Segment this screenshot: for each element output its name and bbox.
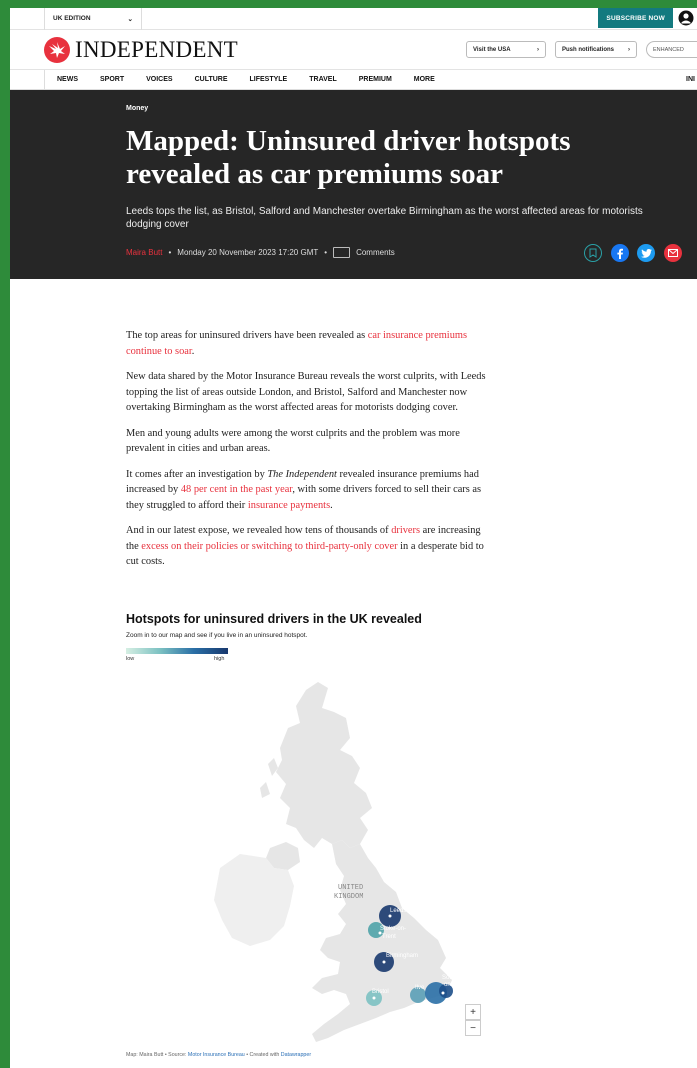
map-title: Hotspots for uninsured drivers in the UK… [126,612,422,626]
source-link[interactable]: Motor Insurance Bureau [188,1052,245,1058]
drivers-link[interactable]: drivers [391,525,420,536]
nav-item-news[interactable]: NEWS [57,76,78,83]
text: It comes after an investigation by [126,468,268,480]
byline: Maira Butt • Monday 20 November 2023 17:… [126,247,395,258]
text: The top areas for uninsured drivers have… [126,330,368,341]
article-hero: Money Mapped: Uninsured driver hotspots … [10,90,697,279]
hotspot-southend-dot [441,991,445,995]
nav-items: NEWS SPORT VOICES CULTURE LIFESTYLE TRAVEL PRE… [44,70,435,89]
nav-item-lifestyle[interactable]: LIFESTYLE [250,76,288,83]
page: UK EDITION ⌄ SUBSCRIBE NOW INDEPENDENT V… [10,8,697,1068]
bookmark-icon [589,248,597,258]
push-notifications-label: Push notifications [562,46,615,53]
city-label-partial: Ilve [415,985,425,991]
text: . [330,499,333,511]
country-label: KINGDOM [334,893,363,901]
headline: Mapped: Uninsured driver hotspots reveal… [126,125,571,190]
byline-separator: • [168,248,172,257]
main-nav: NEWS SPORT VOICES CULTURE LIFESTYLE TRAVEL PRE… [10,70,697,90]
zoom-out-button[interactable]: − [465,1020,481,1036]
insurance-payments-link[interactable]: insurance payments [248,500,330,511]
subscribe-button[interactable]: SUBSCRIBE NOW [598,8,673,28]
map-island [260,782,270,798]
city-label-leeds: Leeds [390,908,406,914]
nav-item-more[interactable]: MORE [414,76,435,83]
city-label-stoke: Stoke-on- [380,926,406,932]
twitter-share-button[interactable] [637,244,655,262]
email-share-button[interactable] [664,244,682,262]
facebook-share-button[interactable] [611,244,629,262]
visit-usa-label: Visit the USA [473,46,511,53]
email-icon [668,249,678,257]
paragraph-2: New data shared by the Motor Insurance B… [126,371,486,413]
publish-date: Monday 20 November 2023 17:20 GMT [177,248,319,257]
brand-name: INDEPENDENT [75,37,238,62]
logo[interactable]: INDEPENDENT [44,37,238,63]
paragraph-1: The top areas for uninsured drivers have… [126,328,488,359]
section-label[interactable]: Money [126,105,148,112]
visit-usa-button[interactable]: Visit the USA › [466,41,546,58]
eagle-logo-icon [44,37,70,63]
legend-low-label: low [126,656,135,662]
enhanced-toggle[interactable]: ENHANCED [646,41,697,58]
hotspot-bristol-dot [372,996,376,1000]
nav-item-culture[interactable]: CULTURE [195,76,228,83]
enhanced-label: ENHANCED [653,46,684,53]
city-label-birmingham: Birmingham [386,953,418,959]
push-notifications-button[interactable]: Push notifications › [555,41,637,58]
twitter-icon [640,248,652,258]
excess-policies-link[interactable]: excess on their policies or switching to… [141,541,397,552]
zoom-in-button[interactable]: + [465,1004,481,1020]
author-link[interactable]: Maira Butt [126,248,162,257]
standfirst: Leeds tops the list, as Bristol, Salford… [126,206,643,230]
nav-item-travel[interactable]: TRAVEL [309,76,336,83]
city-label-southend: Southend- [442,975,470,981]
map-landmass-south [312,840,452,1042]
country-label: UNITED [338,884,363,892]
comments-link[interactable]: Comments [356,248,395,257]
datawrapper-link[interactable]: Datawrapper [281,1052,311,1058]
city-label-stoke: Trent [382,934,396,940]
chevron-right-icon: › [628,46,630,53]
chevron-down-icon: ⌄ [127,15,133,23]
masthead: INDEPENDENT Visit the USA › Push notific… [10,30,697,70]
map-island [268,758,278,776]
map-landmass-north [276,682,372,848]
publication-name: The Independent [267,468,337,480]
nav-item-voices[interactable]: VOICES [146,76,172,83]
nav-item-sport[interactable]: SPORT [100,76,124,83]
text: . [191,345,195,357]
byline-separator: • [324,248,328,257]
city-label-bristol: Bristol [372,989,389,995]
article-body: The top areas for uninsured drivers have… [126,328,488,580]
nav-right-edge: INI [686,76,695,83]
facebook-icon [617,248,623,259]
paragraph-3: Men and young adults were among the wors… [126,427,460,455]
city-label-southend: on-Sea [444,982,464,988]
48-per-cent-link[interactable]: 48 per cent in the past year [181,484,293,495]
bookmark-button[interactable] [584,244,602,262]
color-legend [126,648,228,654]
text: Map: Maira Butt • Source: [126,1052,188,1058]
comment-icon[interactable] [333,247,351,258]
hotspot-leeds-dot [388,914,392,918]
text: • Created with [244,1052,281,1058]
edition-selector[interactable]: UK EDITION ⌄ [44,8,142,30]
edition-label: UK EDITION [53,15,91,22]
map-subtitle: Zoom in to our map and see if you live i… [126,632,308,639]
map-credit: Map: Maira Butt • Source: Motor Insuranc… [126,1052,311,1058]
utility-bar: UK EDITION ⌄ SUBSCRIBE NOW [10,8,697,30]
paragraph-5: And in our latest expose, we revealed ho… [126,523,488,570]
paragraph-4: It comes after an investigation by The I… [126,467,488,514]
nav-item-premium[interactable]: PREMIUM [359,76,392,83]
hotspot-birmingham-dot [382,960,386,964]
chevron-right-icon: › [537,46,539,53]
account-icon[interactable] [678,10,694,26]
text: And in our latest expose, we revealed ho… [126,525,392,536]
legend-high-label: high [214,656,225,662]
uk-map[interactable]: UNITED KINGDOM Leeds Stoke-on- Trent Bir… [200,668,520,1048]
